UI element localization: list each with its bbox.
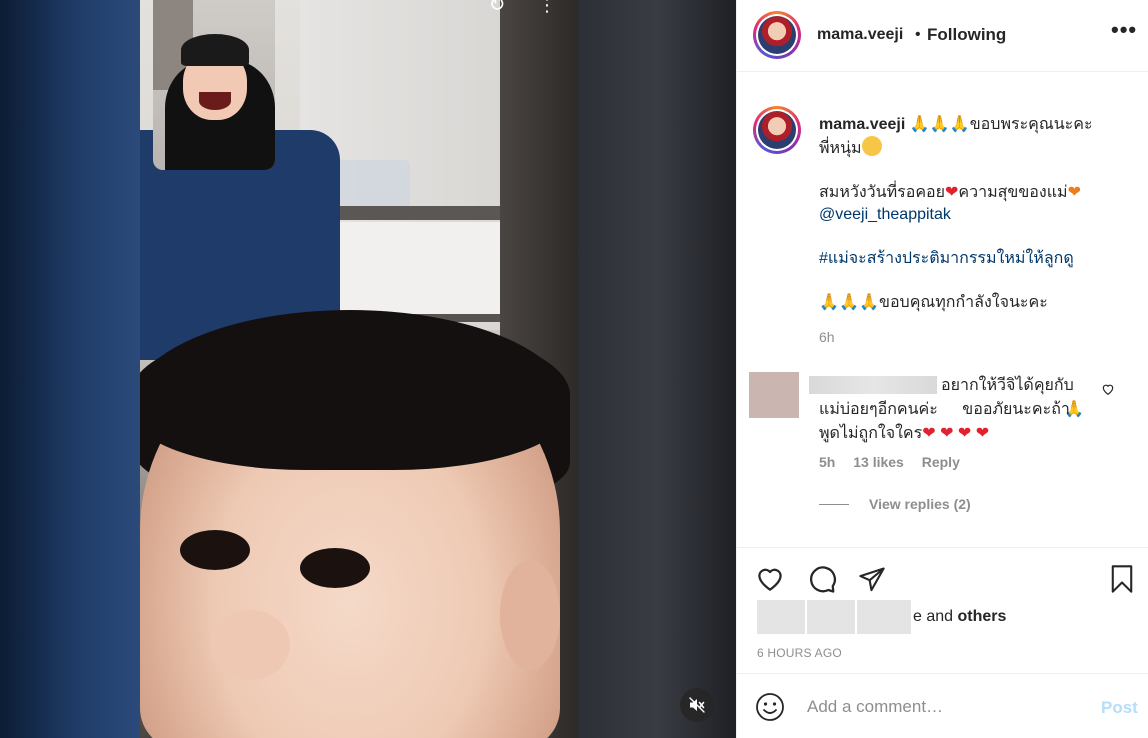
separator-dot: • bbox=[915, 26, 921, 43]
pray-emoji: 🙏 bbox=[929, 116, 950, 133]
video-call-pip bbox=[153, 0, 275, 170]
child-eye-left bbox=[180, 530, 250, 570]
comment-like-heart-icon[interactable] bbox=[1101, 382, 1119, 400]
post-panel: mama.veeji • Following ••• mama.veeji 🙏🙏… bbox=[736, 0, 1148, 738]
caption-username[interactable]: mama.veeji bbox=[819, 116, 905, 133]
share-plane-icon[interactable] bbox=[855, 562, 889, 596]
likes-others[interactable]: others bbox=[958, 608, 1007, 626]
pip-beanie bbox=[181, 34, 249, 66]
heart-emoji: ❤ bbox=[940, 425, 954, 442]
comment-time[interactable]: 5h bbox=[819, 454, 835, 470]
following-button[interactable]: Following bbox=[927, 25, 1006, 45]
post-media[interactable]: ↻ ⋮ bbox=[0, 0, 736, 738]
caption-line-6: ขอบคุณทุกกำลังใจนะคะ bbox=[879, 294, 1048, 311]
liker-blurred bbox=[757, 600, 805, 634]
switch-camera-icon: ↻ bbox=[488, 0, 506, 16]
more-options-icon[interactable]: ••• bbox=[1111, 19, 1136, 46]
author-username[interactable]: mama.veeji bbox=[817, 26, 903, 44]
orange-heart-emoji: ❤ bbox=[1067, 184, 1081, 201]
comment-composer: Post bbox=[737, 673, 1148, 738]
comment-item: อยากให้วีจิได้คุยกับแม่บ่อยๆอีกคนค่ะ 🙏ขอ… bbox=[749, 372, 1139, 522]
comment-meta: 5h 13 likes Reply bbox=[819, 454, 974, 470]
child-ear bbox=[500, 560, 560, 670]
heart-emoji: ❤ bbox=[975, 425, 990, 442]
pray-emoji: 🙏 bbox=[949, 116, 970, 133]
likes-prefix: e and bbox=[913, 608, 954, 625]
likes-summary[interactable]: e and others bbox=[757, 600, 1006, 634]
pray-emoji: 🙏 bbox=[859, 294, 879, 311]
pray-emoji: 🙏 bbox=[819, 294, 839, 311]
media-blur-left bbox=[0, 0, 140, 738]
pray-emoji: 🙏 bbox=[839, 294, 859, 311]
caption-time[interactable]: 6h bbox=[819, 326, 1119, 348]
comment-bubble-icon[interactable] bbox=[805, 562, 839, 596]
comment-likes[interactable]: 13 likes bbox=[853, 454, 904, 470]
heart-emoji: ❤ bbox=[957, 425, 972, 442]
emoji-smile-icon[interactable] bbox=[755, 692, 785, 722]
sad-face-emoji bbox=[861, 136, 882, 156]
comments-section[interactable]: mama.veeji 🙏🙏🙏ขอบพระคุณนะคะ พี่หนุ่ม สมห… bbox=[737, 82, 1148, 547]
pray-emoji: 🙏 bbox=[909, 116, 930, 133]
hashtag-link[interactable]: #แม่จะสร้างประติมากรรมใหม่ให้ลูกดู bbox=[819, 250, 1074, 267]
child-fringe bbox=[140, 320, 570, 470]
save-bookmark-icon[interactable] bbox=[1105, 562, 1139, 596]
caption-avatar[interactable] bbox=[753, 106, 801, 154]
caption-line-3: สมหวังวันที่รอคอย bbox=[819, 184, 946, 201]
child-eye-right bbox=[300, 548, 370, 588]
heart-emoji: ❤ bbox=[922, 425, 936, 442]
author-avatar[interactable] bbox=[753, 11, 801, 59]
pip-mouth bbox=[199, 92, 231, 110]
pray-emoji: 🙏 bbox=[1064, 401, 1085, 418]
commenter-avatar-blurred[interactable] bbox=[749, 372, 799, 418]
replies-line bbox=[819, 503, 849, 505]
liker-blurred bbox=[807, 600, 855, 634]
heart-emoji: ❤ bbox=[945, 184, 959, 201]
caption-line-2: พี่หนุ่ม bbox=[819, 140, 862, 157]
caption-line-3b: ความสุขของแม่ bbox=[958, 184, 1068, 201]
post-header: mama.veeji • Following ••• bbox=[737, 0, 1148, 72]
child-nose bbox=[210, 610, 290, 680]
caption: mama.veeji 🙏🙏🙏ขอบพระคุณนะคะ พี่หนุ่ม สมห… bbox=[819, 114, 1119, 348]
media-blur-right bbox=[578, 0, 736, 738]
like-heart-icon[interactable] bbox=[753, 562, 787, 596]
post-timestamp[interactable]: 6 HOURS AGO bbox=[757, 646, 842, 660]
view-replies-label: View replies (2) bbox=[869, 496, 971, 512]
comment-text: อยากให้วีจิได้คุยกับแม่บ่อยๆอีกคนค่ะ 🙏ขอ… bbox=[819, 377, 1085, 442]
speaker-muted-icon bbox=[689, 697, 705, 713]
post-comment-button[interactable]: Post bbox=[1101, 698, 1138, 718]
view-replies-button[interactable]: View replies (2) bbox=[819, 496, 971, 512]
action-bar: e and others 6 HOURS AGO bbox=[737, 547, 1148, 673]
mention-link[interactable]: @veeji_theappitak bbox=[819, 206, 951, 223]
comment-input[interactable] bbox=[807, 694, 1087, 720]
mute-button[interactable] bbox=[680, 688, 714, 722]
call-more-icon: ⋮ bbox=[538, 0, 556, 15]
liker-blurred bbox=[857, 600, 911, 634]
reply-button[interactable]: Reply bbox=[922, 454, 960, 470]
caption-line-1: ขอบพระคุณนะคะ bbox=[969, 116, 1093, 133]
